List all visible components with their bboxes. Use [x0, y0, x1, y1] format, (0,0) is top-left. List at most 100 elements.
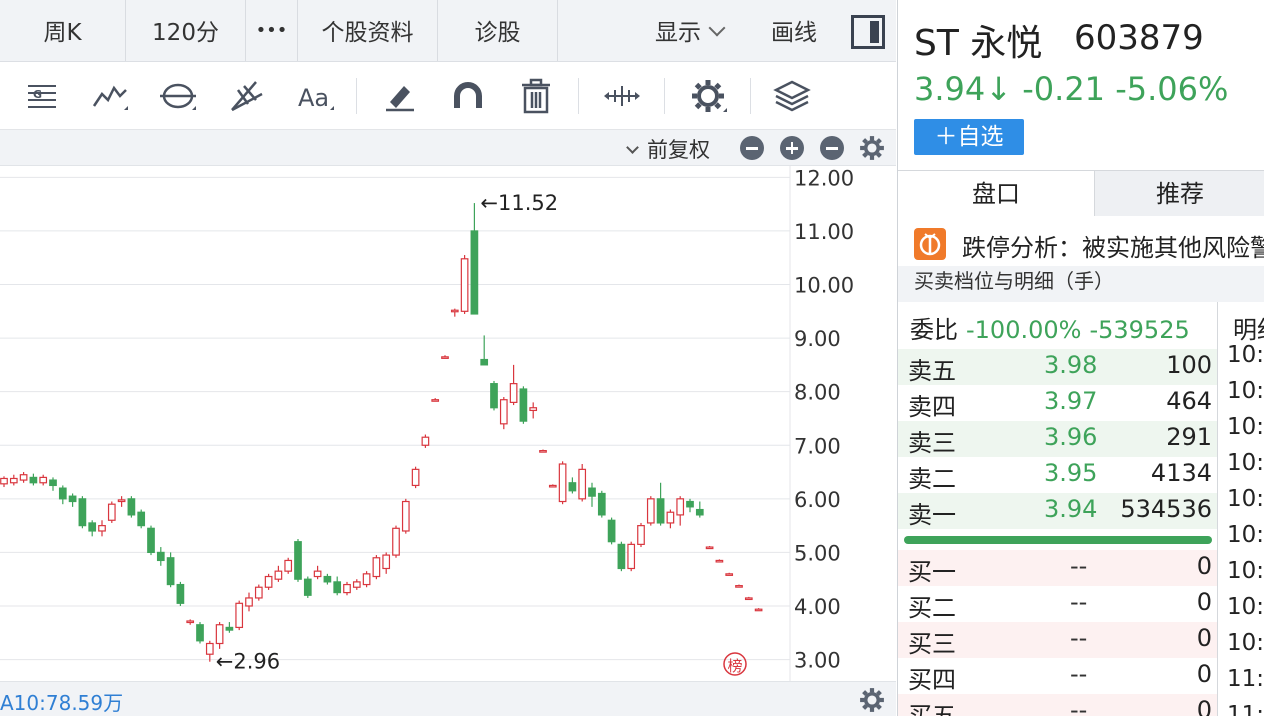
ask-label: 卖二	[908, 465, 956, 493]
candle-body	[98, 525, 106, 532]
price-axis-label: 9.00	[794, 327, 841, 351]
ask-row: 卖五 3.98 100	[898, 349, 1217, 385]
candle-body	[499, 399, 508, 425]
candle-body	[470, 230, 479, 315]
candle-body	[597, 492, 606, 516]
trade-detail-column[interactable]: 明细 10: 10: 10: 10: 10: 10: 10: 10: 10: 11: 11:	[1219, 302, 1264, 716]
svg-text:Aa: Aa	[298, 84, 329, 112]
candle-body	[558, 463, 567, 503]
limit-down-alert[interactable]: 跌停分析：被实施其他风险警示	[898, 222, 1264, 266]
ask-label: 卖三	[908, 429, 956, 457]
indicator-settings-icon[interactable]	[858, 686, 886, 714]
zoom-out-icon[interactable]	[740, 136, 764, 160]
indicator-icon[interactable]: G	[22, 76, 62, 116]
section-title: 买卖档位与明细（手）	[898, 266, 1264, 302]
candle-body	[19, 474, 28, 481]
tab-more[interactable]: •••	[246, 0, 298, 61]
add-watchlist-button[interactable]: ＋自选	[914, 119, 1024, 155]
bid-price: --	[1070, 660, 1088, 688]
detail-time: 10:	[1227, 378, 1264, 404]
bid-qty: 0	[1196, 552, 1212, 580]
magnet-icon[interactable]	[448, 76, 488, 116]
minus-icon[interactable]	[820, 136, 844, 160]
ask-row: 卖二 3.95 4134	[898, 457, 1217, 493]
text-tool-icon[interactable]: Aa	[296, 76, 336, 116]
range-arrows-icon[interactable]	[602, 76, 642, 116]
candle-body	[646, 498, 655, 524]
ask-qty: 534536	[1120, 495, 1212, 523]
candle-body	[303, 578, 312, 596]
stock-code: 603879	[1074, 18, 1204, 58]
candle-body	[254, 586, 263, 599]
app-window: 周K 120分 ••• 个股资料 诊股 显示 画线 G Aa 前复权 12.00…	[0, 0, 1264, 716]
candle-body	[490, 383, 498, 409]
draw-line-button[interactable]: 画线	[771, 0, 817, 61]
candle-body	[39, 476, 48, 484]
detail-time: 10:	[1227, 450, 1264, 476]
candle-body	[568, 482, 577, 492]
tab-recommend[interactable]: 推荐	[1094, 171, 1264, 216]
candle-body	[274, 570, 283, 580]
tab-order-book[interactable]: 盘口	[898, 171, 1094, 216]
candle-body	[695, 508, 704, 516]
chevron-down-icon	[626, 141, 639, 154]
bid-row: 买三 -- 0	[898, 622, 1217, 658]
bid-label: 买二	[908, 594, 956, 622]
order-ratio-pct: -100.00%	[966, 316, 1082, 344]
candle-body	[588, 487, 596, 497]
adjust-dropdown[interactable]: 前复权	[626, 134, 710, 164]
candle-body	[686, 500, 694, 508]
trash-icon[interactable]	[516, 76, 556, 116]
chart-settings-icon[interactable]	[858, 134, 886, 162]
ask-qty: 291	[1166, 423, 1212, 451]
candle-body	[58, 487, 67, 500]
toolbar-divider	[578, 78, 579, 114]
detail-time: 10:	[1227, 594, 1264, 620]
tab-120min[interactable]: 120分	[126, 0, 246, 61]
bid-row: 买四 -- 0	[898, 658, 1217, 694]
zoom-in-icon[interactable]	[780, 136, 804, 160]
layers-icon[interactable]	[772, 76, 812, 116]
price-axis-label: 7.00	[794, 434, 841, 458]
cycle-icon[interactable]	[158, 76, 198, 116]
candle-body	[117, 499, 126, 503]
bid-price: --	[1070, 588, 1088, 616]
candle-body	[578, 468, 587, 500]
ask-row: 卖一 3.94 534536	[898, 493, 1217, 529]
candle-body	[49, 479, 57, 487]
display-dropdown[interactable]: 显示	[655, 0, 726, 61]
chart-header: 前复权	[0, 130, 896, 166]
ranking-badge-label: 榜	[727, 657, 742, 675]
price-axis-label: 12.00	[794, 166, 854, 190]
tab-weekly-k[interactable]: 周K	[0, 0, 126, 61]
tab-company-profile[interactable]: 个股资料	[298, 0, 438, 61]
ask-qty: 464	[1166, 387, 1212, 415]
candle-body	[539, 450, 547, 453]
candle-body	[460, 258, 469, 312]
tab-diagnose[interactable]: 诊股	[438, 0, 558, 61]
stock-name: ST 永悦	[914, 23, 1043, 64]
bid-price: --	[1070, 696, 1088, 716]
panel-toggle-icon[interactable]	[851, 15, 885, 49]
candle-body	[68, 495, 77, 503]
fan-lines-icon[interactable]	[226, 76, 266, 116]
bid-label: 买五	[908, 702, 956, 716]
kline-chart[interactable]: 12.00 11.00 10.00 9.00 8.00 7.00 6.00 5.00 4.00 3…	[0, 166, 896, 681]
alert-icon	[914, 228, 946, 260]
ask-price: 3.95	[1044, 459, 1098, 487]
detail-time: 10:	[1227, 558, 1264, 584]
candle-body	[29, 476, 38, 484]
price-change: 3.94↓ -0.21 -5.06%	[914, 70, 1229, 108]
candle-body	[617, 543, 626, 570]
gear-icon[interactable]	[688, 76, 728, 116]
candle-body	[294, 541, 302, 580]
candle-body	[107, 503, 116, 521]
candle-body	[705, 546, 714, 550]
candle-body	[715, 559, 724, 563]
polyline-icon[interactable]	[90, 76, 130, 116]
ask-qty: 4134	[1150, 459, 1212, 487]
candle-body	[352, 581, 361, 588]
candle-body	[392, 527, 400, 556]
eraser-icon[interactable]	[380, 76, 420, 116]
detail-time: 10:	[1227, 522, 1264, 548]
